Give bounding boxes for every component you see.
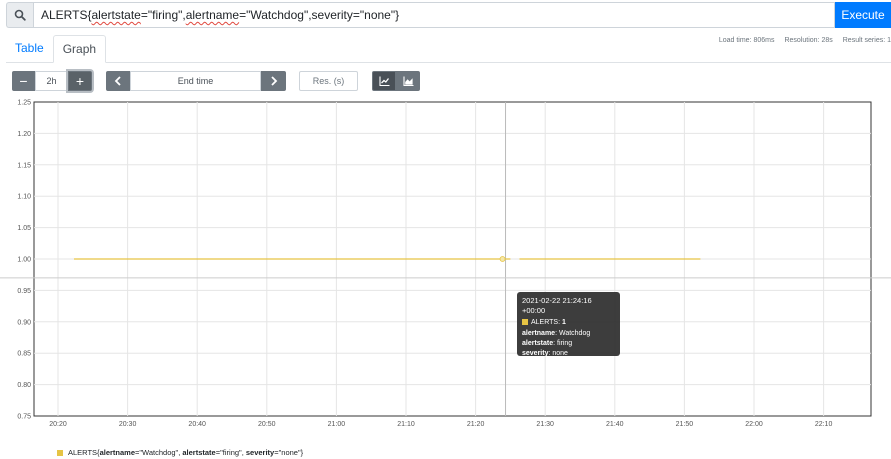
x-tick-label: 21:30 — [536, 421, 554, 428]
legend-label-key: severity — [245, 448, 275, 457]
legend-label-key: alertname — [99, 448, 135, 457]
y-tick-label: 0.85 — [17, 351, 31, 358]
x-tick-label: 22:00 — [745, 421, 763, 428]
y-tick-label: 1.05 — [17, 225, 31, 232]
y-tick-label: 1.15 — [17, 162, 31, 169]
area-chart-icon — [402, 76, 413, 86]
tooltip-value: 1 — [562, 319, 566, 326]
x-axis-labels: 20:20 20:30 20:40 20:50 21:00 21:10 21:20 21:30… — [49, 421, 832, 428]
chevron-left-icon — [114, 76, 121, 86]
x-tick-label: 21:00 — [328, 421, 346, 428]
query-bar: ALERTS{alertstate="firing",alertname="Wa… — [6, 2, 891, 28]
y-tick-label: 1.20 — [17, 131, 31, 138]
y-tick-label: 0.75 — [17, 414, 31, 421]
view-tabs: Table Graph — [6, 35, 107, 63]
y-axis-labels: 1.25 1.20 1.15 1.10 1.05 1.00 0.95 0.90 0.85 0.80… — [17, 100, 31, 421]
tab-graph[interactable]: Graph — [52, 35, 107, 63]
legend-label-value: ="firing", — [215, 448, 244, 457]
series-swatch — [522, 319, 528, 325]
y-tick-label: 1.10 — [17, 194, 31, 201]
query-label-key: alertname — [185, 8, 240, 22]
hover-point — [499, 256, 506, 262]
tooltip-label-value: none — [552, 350, 568, 357]
tooltip-series-name: ALERTS: — [531, 319, 561, 326]
execute-button[interactable]: Execute — [835, 2, 891, 28]
legend-metric: ALERTS — [68, 448, 98, 457]
query-input[interactable]: ALERTS{alertstate="firing",alertname="Wa… — [33, 2, 835, 28]
resolution: Resolution: 28s — [784, 37, 833, 44]
legend-label-key: alertstate — [182, 448, 216, 457]
end-time-input[interactable]: End time — [130, 71, 261, 91]
query-label-value: ="Watchdog",severity="none"} — [239, 8, 400, 22]
graph-tooltip: 2021-02-22 21:24:16 +00:00 ALERTS: 1 ale… — [517, 292, 620, 359]
range-decrease-button[interactable]: − — [12, 71, 35, 91]
y-tick-label: 1.00 — [17, 257, 31, 264]
x-tick-label: 20:40 — [188, 421, 206, 428]
tooltip-label-key: alertname — [522, 330, 556, 337]
resolution-input[interactable]: Res. (s) — [299, 71, 358, 91]
tabs-divider — [6, 62, 891, 63]
graph-chart[interactable]: 1.25 1.20 1.15 1.10 1.05 1.00 0.95 0.90 0.85 0.80… — [0, 95, 891, 445]
legend-label-value: ="Watchdog", — [135, 448, 181, 457]
result-series: Result series: 1 — [842, 37, 891, 44]
tooltip-label-key: alertstate — [522, 340, 554, 347]
tooltip-label-value: firing — [557, 340, 573, 347]
legend-label-value: ="none"} — [274, 448, 304, 457]
stacked-chart-button[interactable] — [396, 71, 420, 91]
series-swatch — [57, 450, 63, 456]
tooltip-timestamp: 2021-02-22 21:24:16 +00:00 — [522, 296, 592, 315]
line-chart-button[interactable] — [372, 71, 396, 91]
x-tick-label: 21:50 — [676, 421, 694, 428]
query-label-value: ="firing", — [140, 8, 186, 22]
query-stats: Load time: 806ms Resolution: 28s Result se… — [709, 37, 891, 44]
range-increase-button[interactable]: + — [68, 71, 92, 91]
x-tick-label: 22:10 — [815, 421, 833, 428]
tooltip-label-row: alertname: Watchdog — [522, 330, 591, 337]
range-input[interactable]: 2h — [35, 71, 68, 91]
line-chart-icon — [378, 76, 389, 86]
tab-table[interactable]: Table — [6, 35, 53, 63]
query-metric: ALERTS{ — [41, 8, 92, 22]
tooltip-label-row: severity: none — [522, 350, 568, 357]
y-tick-label: 0.90 — [17, 319, 31, 326]
query-label-key: alertstate — [91, 8, 141, 22]
end-time-forward-button[interactable] — [261, 71, 286, 91]
tooltip-label-row: alertstate: firing — [522, 340, 573, 347]
y-tick-label: 1.25 — [17, 100, 31, 107]
x-tick-label: 20:20 — [49, 421, 67, 428]
load-time: Load time: 806ms — [718, 37, 775, 44]
tooltip-label-value: Watchdog — [558, 330, 591, 337]
tooltip-label-key: severity — [522, 350, 549, 357]
x-tick-label: 21:10 — [397, 421, 415, 428]
graph-legend[interactable]: ALERTS{alertname="Watchdog", alertstate=… — [57, 448, 303, 457]
tooltip-series: ALERTS: 1 — [522, 318, 615, 328]
x-tick-label: 21:20 — [467, 421, 485, 428]
x-tick-label: 20:30 — [119, 421, 137, 428]
chevron-right-icon — [270, 76, 277, 86]
tooltip-labels: alertname: Watchdog alertstate: firing s… — [522, 329, 615, 359]
y-tick-label: 0.95 — [17, 288, 31, 295]
x-tick-label: 21:40 — [606, 421, 624, 428]
x-tick-label: 20:50 — [258, 421, 276, 428]
end-time-back-button[interactable] — [106, 71, 130, 91]
y-tick-label: 0.80 — [17, 382, 31, 389]
search-icon — [6, 2, 33, 28]
